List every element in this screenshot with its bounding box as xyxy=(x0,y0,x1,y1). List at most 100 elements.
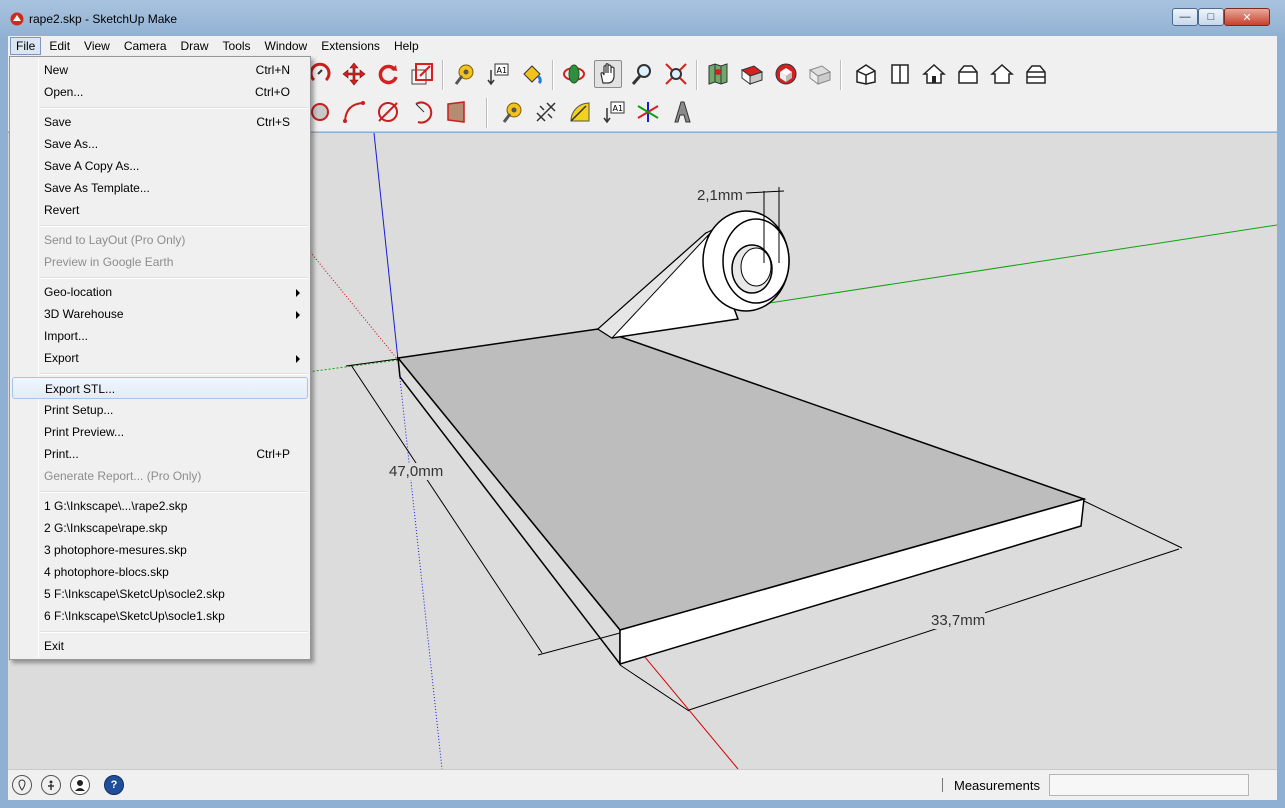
zoom-extents-icon[interactable] xyxy=(662,60,690,88)
axes-icon[interactable] xyxy=(634,98,662,126)
dimension-label-33-7mm[interactable]: 33,7mm xyxy=(931,612,986,629)
menu-item-recent-3[interactable]: 3 photophore-mesures.skp xyxy=(12,539,308,561)
menu-item-shortcut: Ctrl+P xyxy=(256,447,290,461)
menu-item-recent-6[interactable]: 6 F:\Inkscape\SketcUp\socle1.skp xyxy=(12,605,308,627)
menu-item-geo-location[interactable]: Geo-location xyxy=(12,281,308,303)
menu-item-label: Generate Report... (Pro Only) xyxy=(44,469,202,483)
photo-textures-icon[interactable] xyxy=(738,60,766,88)
orbit-icon[interactable] xyxy=(560,60,588,88)
toolbar-separator xyxy=(696,60,698,90)
scale-icon[interactable] xyxy=(408,60,436,88)
top-view-icon[interactable] xyxy=(886,60,914,88)
menu-item-label: Print... xyxy=(44,447,79,461)
menu-item-print[interactable]: Print... Ctrl+P xyxy=(12,443,308,465)
toolbar-separator xyxy=(552,60,554,90)
toolbar-separator xyxy=(486,98,488,128)
left-view-icon[interactable] xyxy=(1022,60,1050,88)
maximize-button[interactable]: □ xyxy=(1198,8,1224,26)
menu-separator xyxy=(40,631,308,633)
menu-extensions[interactable]: Extensions xyxy=(315,37,386,55)
menu-item-revert[interactable]: Revert xyxy=(12,199,308,221)
menu-file[interactable]: File xyxy=(10,37,42,55)
menu-item-export[interactable]: Export xyxy=(12,347,308,369)
menu-item-new[interactable]: New Ctrl+N xyxy=(12,59,308,81)
menu-item-recent-4[interactable]: 4 photophore-blocs.skp xyxy=(12,561,308,583)
menu-separator xyxy=(40,491,308,493)
arc-icon[interactable] xyxy=(340,98,368,126)
menu-item-preview-google-earth: Preview in Google Earth xyxy=(12,251,308,273)
rotate-icon[interactable] xyxy=(374,60,402,88)
iso-view-icon[interactable] xyxy=(852,60,880,88)
window-title: rape2.skp - SketchUp Make xyxy=(29,12,178,26)
menu-item-print-preview[interactable]: Print Preview... xyxy=(12,421,308,443)
menu-camera[interactable]: Camera xyxy=(118,37,173,55)
text-icon[interactable]: A1 xyxy=(484,60,512,88)
menu-item-save[interactable]: Save Ctrl+S xyxy=(12,111,308,133)
pan-icon[interactable] xyxy=(594,60,622,88)
submenu-arrow-icon xyxy=(296,311,300,319)
menu-item-recent-5[interactable]: 5 F:\Inkscape\SketcUp\socle2.skp xyxy=(12,583,308,605)
menu-item-label: New xyxy=(44,63,69,77)
menu-item-label: Save As Template... xyxy=(44,181,150,195)
menu-item-label: Preview in Google Earth xyxy=(44,255,174,269)
menu-window[interactable]: Window xyxy=(259,37,314,55)
menu-item-save-copy-as[interactable]: Save A Copy As... xyxy=(12,155,308,177)
share-model-icon[interactable] xyxy=(806,60,834,88)
menu-item-recent-1[interactable]: 1 G:\Inkscape\...\rape2.skp xyxy=(12,495,308,517)
menu-item-label: Geo-location xyxy=(44,285,113,299)
add-location-icon[interactable] xyxy=(704,60,732,88)
menu-item-3d-warehouse[interactable]: 3D Warehouse xyxy=(12,303,308,325)
menu-separator xyxy=(40,277,308,279)
geo-location-icon[interactable] xyxy=(12,775,32,795)
text-label-icon[interactable]: A1 xyxy=(600,98,628,126)
menu-item-label: Exit xyxy=(44,639,65,653)
title-bar: rape2.skp - SketchUp Make — □ ✕ xyxy=(0,0,1285,36)
menu-item-label: 3D Warehouse xyxy=(44,307,124,321)
green-axis-negative xyxy=(299,359,399,374)
follow-me-icon[interactable] xyxy=(442,98,470,126)
menu-tools[interactable]: Tools xyxy=(217,37,257,55)
menu-item-shortcut: Ctrl+O xyxy=(254,85,290,99)
menu-item-save-as[interactable]: Save As... xyxy=(12,133,308,155)
protractor-icon[interactable] xyxy=(566,98,594,126)
menu-item-export-stl[interactable]: Export STL... xyxy=(12,377,308,399)
menu-item-generate-report: Generate Report... (Pro Only) xyxy=(12,465,308,487)
pie-icon[interactable] xyxy=(374,98,402,126)
paint-bucket-icon[interactable] xyxy=(518,60,546,88)
menu-bar: File Edit View Camera Draw Tools Window … xyxy=(8,36,1277,56)
minimize-button[interactable]: — xyxy=(1172,8,1198,26)
credits-icon[interactable] xyxy=(41,775,61,795)
front-view-icon[interactable] xyxy=(920,60,948,88)
tape-icon[interactable] xyxy=(498,98,526,126)
dimension-icon[interactable] xyxy=(532,98,560,126)
close-button[interactable]: ✕ xyxy=(1224,8,1270,26)
menu-item-save-as-template[interactable]: Save As Template... xyxy=(12,177,308,199)
menu-separator xyxy=(40,107,308,109)
menu-item-exit[interactable]: Exit xyxy=(12,635,308,657)
menu-view[interactable]: View xyxy=(78,37,116,55)
3d-text-icon[interactable] xyxy=(668,98,696,126)
menu-edit[interactable]: Edit xyxy=(43,37,76,55)
right-view-icon[interactable] xyxy=(954,60,982,88)
tape-measure-icon[interactable] xyxy=(450,60,478,88)
menu-item-recent-2[interactable]: 2 G:\Inkscape\rape.skp xyxy=(12,517,308,539)
3d-warehouse-icon[interactable] xyxy=(772,60,800,88)
menu-item-label: Export STL... xyxy=(45,382,116,396)
menu-help[interactable]: Help xyxy=(388,37,425,55)
menu-item-label: 1 G:\Inkscape\...\rape2.skp xyxy=(44,499,188,513)
zoom-icon[interactable] xyxy=(628,60,656,88)
menu-item-open[interactable]: Open... Ctrl+O xyxy=(12,81,308,103)
menu-item-print-setup[interactable]: Print Setup... xyxy=(12,399,308,421)
user-icon[interactable] xyxy=(70,775,90,795)
menu-separator xyxy=(40,225,308,227)
menu-item-import[interactable]: Import... xyxy=(12,325,308,347)
move-icon[interactable] xyxy=(340,60,368,88)
menu-item-label: 5 F:\Inkscape\SketcUp\socle2.skp xyxy=(44,587,225,601)
dimension-label-47mm[interactable]: 47,0mm xyxy=(389,463,444,480)
dimension-label-2-1mm[interactable]: 2,1mm xyxy=(697,187,743,204)
arc-2pt-icon[interactable] xyxy=(408,98,436,126)
back-view-icon[interactable] xyxy=(988,60,1016,88)
measurements-input[interactable] xyxy=(1049,774,1249,796)
help-icon[interactable]: ? xyxy=(104,775,124,795)
menu-draw[interactable]: Draw xyxy=(175,37,215,55)
